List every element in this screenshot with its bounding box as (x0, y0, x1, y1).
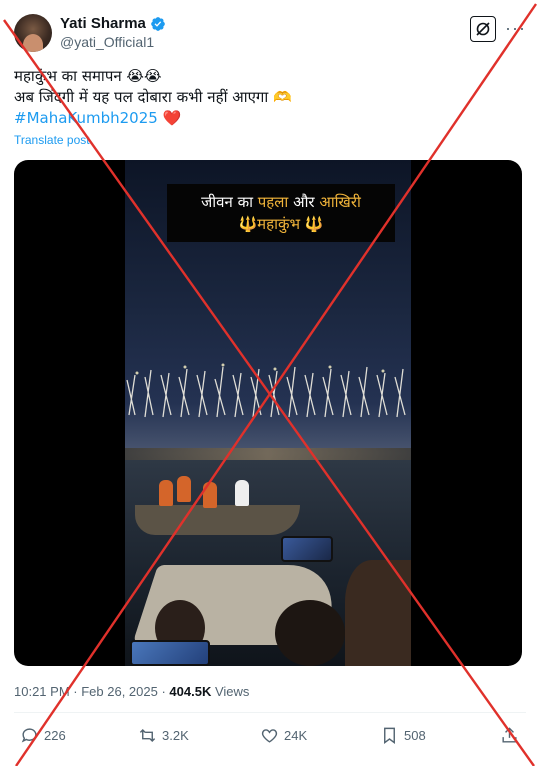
like-icon (261, 729, 278, 743)
boat-passenger (159, 480, 173, 506)
like-count: 24K (284, 728, 308, 743)
author-block: Yati Sharma @yati_Official1 (60, 15, 166, 50)
share-icon (502, 727, 517, 743)
reply-icon (21, 728, 37, 743)
bookmark-icon (384, 727, 395, 745)
caption-highlight: आखिरी (319, 193, 361, 211)
spectator-head (345, 560, 411, 666)
post-time[interactable]: 10:21 PM (14, 684, 70, 699)
grok-icon (476, 22, 490, 36)
views-label: Views (211, 684, 250, 699)
bookmark-button[interactable]: 508 (380, 726, 426, 745)
author-handle[interactable]: @yati_Official1 (60, 34, 166, 50)
tweet-header: Yati Sharma @yati_Official1 ··· (14, 14, 526, 54)
repost-count: 3.2K (162, 728, 189, 743)
repost-icon (139, 728, 156, 743)
boat-passenger (235, 480, 249, 506)
tweet-line-2: अब जिंदगी में यह पल दोबारा कभी नहीं आएगा… (14, 88, 292, 106)
caption-text: जीवन का (201, 193, 258, 211)
tweet-text: महाकुंभ का समापन 😭😭 अब जिंदगी में यह पल … (14, 66, 514, 129)
tweet-line-3: #MahaKumbh2025 ❤️ (14, 108, 514, 129)
caption-text: और (288, 193, 320, 211)
divider (14, 712, 526, 713)
verified-badge-icon (151, 16, 165, 31)
post-date[interactable]: Feb 26, 2025 (81, 684, 158, 699)
phone-recording (130, 640, 210, 666)
caption-line-2: 🔱महाकुंभ 🔱 (238, 215, 324, 233)
meta-separator: · (69, 684, 82, 699)
boat-passenger (203, 482, 217, 508)
spectator-head (275, 600, 345, 666)
translate-post-link[interactable]: Translate post (14, 133, 90, 147)
more-icon[interactable]: ··· (505, 18, 526, 39)
heart-emoji: ❤️ (162, 109, 182, 127)
share-button[interactable] (500, 726, 519, 745)
views-count: 404.5K (169, 684, 212, 699)
fireworks-image (126, 363, 406, 418)
hashtag-link[interactable]: #MahaKumbh2025 (14, 109, 158, 127)
tweet-meta: 10:21 PM · Feb 26, 2025 · 404.5K Views (14, 684, 249, 699)
like-button[interactable]: 24K (260, 726, 307, 745)
author-display-name[interactable]: Yati Sharma (60, 15, 146, 32)
video-frame[interactable]: जीवन का पहला और आखिरी 🔱महाकुंभ 🔱 (125, 160, 411, 666)
bookmark-count: 508 (404, 728, 426, 743)
action-bar: 226 3.2K 24K 508 (14, 726, 526, 748)
video-caption: जीवन का पहला और आखिरी 🔱महाकुंभ 🔱 (167, 184, 395, 242)
author-name-row[interactable]: Yati Sharma (60, 15, 166, 32)
meta-separator: · (157, 684, 170, 699)
tweet-line-1: महाकुंभ का समापन 😭😭 (14, 67, 162, 85)
avatar[interactable] (14, 14, 52, 52)
reply-button[interactable]: 226 (20, 726, 66, 745)
video-player[interactable]: जीवन का पहला और आखिरी 🔱महाकुंभ 🔱 (14, 160, 522, 666)
grok-button[interactable] (470, 16, 496, 42)
caption-line-1: जीवन का पहला और आखिरी (167, 191, 395, 213)
reply-count: 226 (44, 728, 66, 743)
boat-passenger (177, 476, 191, 502)
phone-recording (281, 536, 333, 562)
boat-far (135, 505, 300, 535)
caption-highlight: पहला (257, 193, 289, 211)
repost-button[interactable]: 3.2K (138, 726, 189, 745)
